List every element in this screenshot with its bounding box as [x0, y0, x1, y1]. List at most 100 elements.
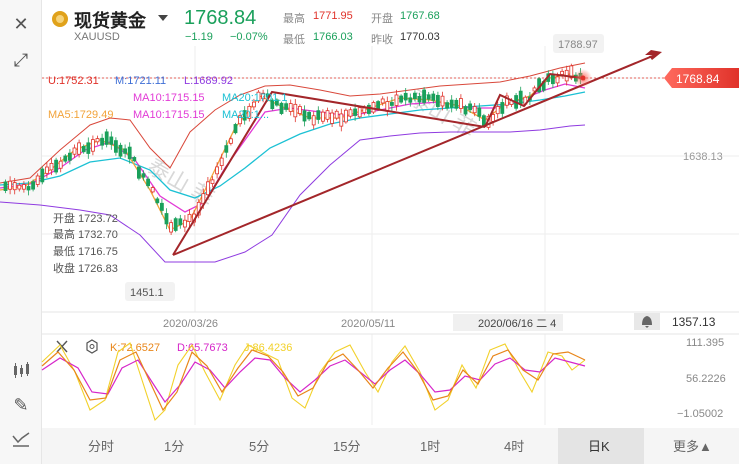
boll-mid-value: M:1721.11 — [115, 75, 166, 87]
kdj-d-value: D:65.7673 — [177, 342, 228, 354]
candle-body — [35, 175, 40, 185]
ohlc-close: 收盘 1726.83 — [53, 261, 118, 275]
candle-body — [215, 166, 220, 175]
candle-body — [109, 136, 114, 145]
candle-body — [380, 98, 385, 104]
candle-body — [45, 166, 49, 174]
kline-chart[interactable]: 泰山 菲 泰山 菲 1768.84 1788.97 1638.13 1451.1… — [0, 0, 739, 464]
candle-body — [325, 110, 330, 120]
candle-body — [293, 103, 298, 118]
candle-body — [422, 89, 427, 103]
candle-body — [159, 202, 164, 211]
ma20-value-2: MA20:1... — [222, 109, 269, 121]
price-tag-value: 1768.84 — [676, 72, 720, 86]
candle-body — [100, 137, 104, 146]
candle-body — [551, 74, 555, 85]
candle-body — [72, 147, 77, 155]
candle-body — [431, 93, 436, 101]
settings-icon[interactable] — [86, 339, 98, 354]
candle-body — [454, 99, 459, 109]
candle-body — [307, 111, 312, 120]
candle-body — [472, 106, 477, 114]
candle-body — [500, 102, 505, 114]
candle-body — [362, 107, 367, 113]
tab-timeframe[interactable]: 1分 — [164, 436, 184, 455]
candle-body — [91, 139, 95, 152]
candle-body — [21, 184, 26, 190]
candle-body — [136, 166, 141, 179]
tab-timeframe[interactable]: 1时 — [420, 436, 440, 455]
candle-body — [389, 102, 394, 106]
candle-body — [343, 109, 348, 123]
candle-body — [376, 101, 381, 110]
tab-timeframe[interactable]: 日K — [588, 436, 610, 455]
candle-body — [114, 140, 118, 153]
candle-body — [169, 222, 174, 233]
kdj-axis-bottom: −1.05002 — [677, 408, 723, 420]
candle-body — [463, 106, 468, 115]
date-label: 2020/05/11 — [341, 318, 395, 330]
candle-body — [49, 162, 54, 171]
candle-body — [228, 138, 233, 144]
boll-lower-value: L:1689.92 — [184, 75, 233, 87]
candle-body — [63, 155, 68, 162]
candle-body — [210, 179, 215, 184]
candle-body — [95, 138, 100, 143]
axis-low-value: 1357.13 — [672, 315, 716, 329]
axis-level-value: 1638.13 — [683, 151, 723, 163]
candle-body — [440, 95, 445, 107]
candle-body — [104, 131, 109, 145]
candle-body — [77, 142, 81, 155]
candle-body — [458, 98, 463, 109]
candle-body — [8, 180, 13, 190]
candle-body — [426, 94, 431, 100]
tab-timeframe[interactable]: 4时 — [504, 436, 524, 455]
candle-body — [40, 168, 45, 183]
tab-timeframe[interactable]: 15分 — [333, 436, 360, 455]
ohlc-low: 最低 1716.75 — [53, 245, 118, 258]
candle-body — [173, 218, 178, 231]
candle-body — [408, 97, 413, 103]
candle-body — [311, 115, 316, 126]
candle-body — [468, 103, 473, 111]
candle-body — [366, 104, 371, 114]
candle-body — [284, 103, 289, 110]
tab-timeframe[interactable]: 分时 — [88, 436, 114, 455]
candle-body — [560, 70, 564, 75]
candle-body — [26, 186, 31, 191]
candle-body — [435, 94, 440, 107]
ma5-value: MA5:1729.49 — [48, 109, 113, 121]
candle-body — [449, 99, 454, 108]
candle-body — [81, 145, 86, 153]
high-marker-value: 1788.97 — [558, 39, 598, 51]
candle-body — [491, 114, 496, 122]
candle-body — [155, 198, 160, 204]
boll-upper-value: U:1752.31 — [48, 75, 99, 87]
candle-body — [399, 95, 404, 103]
kdj-axis-mid: 56.2226 — [686, 373, 726, 385]
current-point-dot — [580, 75, 586, 81]
ohlc-open: 开盘 1723.72 — [53, 211, 118, 225]
candle-body — [394, 94, 399, 106]
date-cursor-label: 2020/06/16 二 4 — [478, 318, 556, 330]
candle-body — [31, 181, 36, 190]
kdj-d-line — [41, 357, 586, 403]
candle-body — [477, 107, 482, 117]
candle-body — [320, 111, 325, 122]
candle-body — [58, 160, 63, 169]
kdj-j-value: J:86.4236 — [244, 342, 292, 354]
candle-body — [412, 92, 417, 99]
candle-body — [417, 95, 422, 103]
candle-body — [141, 173, 146, 178]
tab-timeframe[interactable]: 更多▲ — [673, 436, 712, 455]
candle-body — [86, 142, 91, 154]
candle-body — [146, 178, 151, 187]
candle-body — [224, 145, 229, 153]
kdj-k-line — [41, 349, 586, 412]
tab-timeframe[interactable]: 5分 — [249, 436, 269, 455]
settings-icon-center — [89, 344, 95, 349]
date-label: 2020/03/26 — [163, 318, 218, 330]
low-marker-value: 1451.1 — [130, 287, 164, 299]
candle-body — [132, 157, 137, 162]
candle-body — [481, 115, 486, 127]
